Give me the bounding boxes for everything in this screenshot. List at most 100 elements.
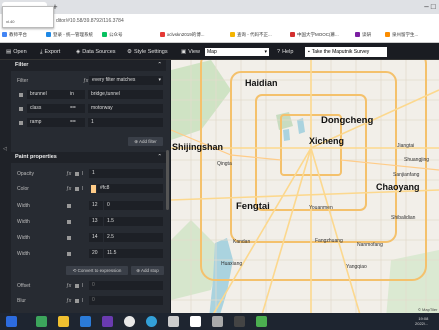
start-icon[interactable] [6, 316, 17, 327]
app-icon[interactable] [36, 316, 47, 327]
filter-field-value: brunnel [30, 91, 47, 97]
help-button[interactable]: ? Help [277, 45, 293, 59]
color-swatch[interactable] [91, 185, 96, 193]
edge-icon[interactable] [146, 316, 157, 327]
bookmark-item[interactable]: 公众号 [102, 31, 123, 39]
panel-scrollbar[interactable] [166, 150, 169, 210]
stop-zoom-input[interactable]: 14 [89, 233, 103, 242]
zoom-function-icon[interactable] [75, 187, 79, 191]
help-icon: ? [277, 49, 281, 55]
style-settings-button[interactable]: ⚙ Style Settings [127, 45, 168, 59]
delete-stop-icon[interactable] [67, 252, 71, 256]
survey-button[interactable]: ▪ Take the Maputnik Survey [305, 47, 387, 57]
filter-value-input[interactable]: motorway [88, 104, 163, 113]
info-icon[interactable]: I [82, 294, 83, 308]
paint-section-header[interactable]: Paint properties ⌃ [11, 152, 166, 163]
delete-stop-icon[interactable] [67, 204, 71, 208]
bookmark-item[interactable]: xclvskn2019的博... [160, 31, 205, 39]
offset-input[interactable]: 0 [89, 281, 163, 290]
map-label-town: Qingta [217, 161, 232, 167]
filter-operator-select[interactable]: in [67, 90, 85, 99]
view-select[interactable]: Map ▾ [205, 48, 269, 56]
gear-icon: ⚙ [127, 49, 132, 55]
stop-value-input[interactable]: 1.5 [104, 217, 163, 226]
offset-value: 0 [92, 282, 95, 288]
data-sources-button[interactable]: ◈ Data Sources [76, 45, 116, 59]
add-filter-label: Add filter [139, 139, 157, 144]
info-icon[interactable]: I [82, 279, 83, 293]
function-icon[interactable]: ƒx [66, 294, 71, 308]
map-label-town: Shuangjing [404, 157, 430, 163]
app-icon[interactable] [168, 316, 179, 327]
map-canvas[interactable]: Haidian Dongcheng Shijingshan Xicheng Fe… [171, 60, 439, 318]
width-stop-row: Width 13 1.5 [11, 215, 166, 229]
width-stop-row: Width 14 2.5 [11, 231, 166, 245]
bookmark-item[interactable]: 读研 [355, 31, 371, 39]
export-button[interactable]: ⤓ Export [40, 45, 60, 59]
filter-field-select[interactable]: class [27, 104, 67, 113]
stop-zoom: 20 [92, 250, 98, 256]
vscode-icon[interactable] [80, 316, 91, 327]
map-label-town: Jiangtai [397, 143, 415, 149]
function-icon[interactable]: ƒx [66, 279, 71, 293]
folder-icon[interactable] [58, 316, 69, 327]
info-icon[interactable]: I [82, 182, 83, 196]
add-filter-button[interactable]: ⊕ Add filter [128, 137, 163, 146]
filter-operator-select[interactable]: == [67, 104, 85, 113]
bookmark-item[interactable]: 查询 - 代码不正... [230, 31, 272, 39]
stop-zoom-input[interactable]: 12 [89, 201, 103, 210]
filter-field-select[interactable]: brunnel [27, 90, 67, 99]
export-icon: ⤓ [40, 49, 43, 55]
filter-section-header[interactable]: Filter ⌃ [11, 60, 166, 71]
filter-mode-select[interactable]: every filter matches ▾ [89, 76, 163, 85]
url-field[interactable]: ditor/#10.58/39.8792/116.3784 [56, 17, 256, 25]
bookmark-favicon-icon [102, 32, 107, 37]
bookmark-item[interactable]: 泉州留学生... [385, 31, 418, 39]
filter-value-input[interactable]: bridge,tunnel [88, 90, 163, 99]
bookmark-item[interactable]: 中国大学MOOC(慕... [290, 31, 339, 39]
zoom-function-icon[interactable] [75, 299, 79, 303]
function-icon[interactable]: ƒx [66, 182, 71, 196]
stop-value-input[interactable]: 2.5 [104, 233, 163, 242]
tab-dropdown-text: xl.40 [6, 19, 15, 24]
open-button[interactable]: ▤ Open [6, 45, 27, 59]
zoom-function-icon[interactable] [75, 172, 79, 176]
delete-filter-icon[interactable] [19, 121, 23, 125]
function-icon[interactable]: ƒx [83, 74, 88, 88]
window-controls[interactable]: – □ [424, 1, 436, 13]
app-icon[interactable] [190, 316, 201, 327]
delete-filter-icon[interactable] [19, 107, 23, 111]
blur-value: 0 [92, 297, 95, 303]
blur-input[interactable]: 0 [89, 296, 163, 305]
color-input[interactable]: #fc8 [97, 184, 163, 193]
convert-to-expression-button[interactable]: ⟲ Convert to expression [66, 266, 128, 275]
map-attribution[interactable]: © MapTiler [418, 307, 437, 312]
chrome-icon[interactable] [124, 316, 135, 327]
filter-field-select[interactable]: ramp [27, 118, 67, 127]
filter-value-input[interactable]: 1 [88, 118, 163, 127]
info-icon[interactable]: I [82, 167, 83, 181]
collapse-icon[interactable]: ◁ [3, 146, 7, 152]
app-icon[interactable] [212, 316, 223, 327]
stop-zoom-input[interactable]: 13 [89, 217, 103, 226]
add-stop-button[interactable]: ⊕ Add stop [131, 266, 164, 275]
delete-filter-icon[interactable] [19, 93, 23, 97]
app-icon[interactable] [102, 316, 113, 327]
zoom-function-icon[interactable] [75, 284, 79, 288]
stop-value-input[interactable]: 11.5 [104, 249, 163, 258]
delete-stop-icon[interactable] [67, 236, 71, 240]
function-icon[interactable]: ƒx [66, 167, 71, 181]
bookmark-item[interactable]: 登录 - 统一管理系统 [46, 31, 93, 39]
app-icon[interactable] [256, 316, 267, 327]
stop-zoom-input[interactable]: 20 [89, 249, 103, 258]
bookmark-favicon-icon [160, 32, 165, 37]
stop-value-input[interactable]: 0 [104, 201, 163, 210]
filter-operator-select[interactable]: == [67, 118, 85, 127]
bookmark-item[interactable]: 教师平台 [2, 31, 27, 39]
terminal-icon[interactable] [234, 316, 245, 327]
bookmark-label: xclvskn2019的博... [167, 32, 205, 37]
opacity-input[interactable]: 1 [89, 169, 163, 178]
taskbar-clock[interactable]: 19:08 2022/... [415, 316, 428, 326]
delete-stop-icon[interactable] [67, 220, 71, 224]
map-label-town: Kandan [233, 239, 251, 245]
